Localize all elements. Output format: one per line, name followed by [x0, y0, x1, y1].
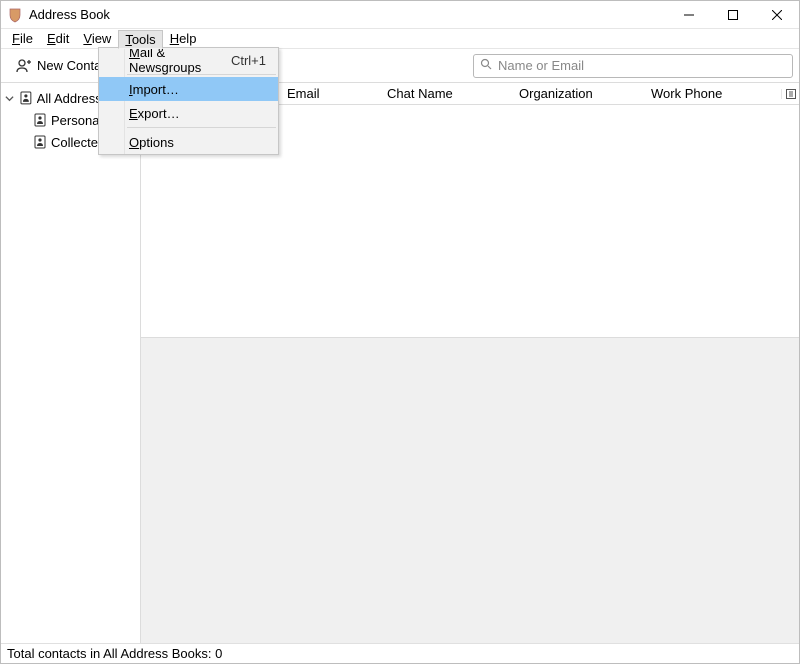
address-book-icon — [33, 113, 47, 127]
minimize-button[interactable] — [667, 1, 711, 28]
column-header-work-phone[interactable]: Work Phone — [645, 83, 781, 104]
sidebar: All Address Books Persona… Collecte… — [1, 83, 141, 643]
tools-menu-mail-shortcut: Ctrl+1 — [231, 53, 266, 68]
statusbar: Total contacts in All Address Books: 0 — [1, 643, 799, 663]
main: All Address Books Persona… Collecte… Ema… — [1, 83, 799, 643]
column-header-chat-name[interactable]: Chat Name — [381, 83, 513, 104]
close-button[interactable] — [755, 1, 799, 28]
tools-menu-mail[interactable]: Mail & Newsgroups Ctrl+1 — [99, 48, 278, 72]
new-contact-icon — [15, 58, 31, 74]
tools-menu-import[interactable]: Import… — [99, 77, 278, 101]
menu-separator — [127, 127, 276, 128]
tools-menu-dropdown: Mail & Newsgroups Ctrl+1 Import… Export…… — [98, 47, 279, 155]
menu-file[interactable]: File — [5, 29, 40, 48]
menubar: File Edit View Tools Help — [1, 29, 799, 49]
address-book-icon — [19, 91, 33, 105]
menu-view[interactable]: View — [76, 29, 118, 48]
contact-details — [141, 337, 799, 643]
chevron-down-icon[interactable] — [5, 94, 15, 103]
tools-menu-export[interactable]: Export… — [99, 101, 278, 125]
menu-edit[interactable]: Edit — [40, 29, 76, 48]
column-header-email[interactable]: Email — [281, 83, 381, 104]
search-icon — [480, 58, 492, 73]
window: Address Book File Edit View Tools Help N… — [0, 0, 800, 664]
search-input[interactable] — [498, 56, 786, 76]
address-book-icon — [33, 135, 47, 149]
menu-tools[interactable]: Tools — [118, 30, 162, 49]
status-text: Total contacts in All Address Books: 0 — [7, 646, 222, 661]
content: Email Chat Name Organization Work Phone — [141, 83, 799, 643]
column-header-organization[interactable]: Organization — [513, 83, 645, 104]
app-icon — [7, 7, 23, 23]
window-title: Address Book — [29, 7, 110, 22]
column-picker-button[interactable] — [781, 89, 799, 99]
search-box[interactable] — [473, 54, 793, 78]
window-controls — [667, 1, 799, 28]
maximize-button[interactable] — [711, 1, 755, 28]
titlebar: Address Book — [1, 1, 799, 29]
tools-menu-options[interactable]: Options — [99, 130, 278, 154]
